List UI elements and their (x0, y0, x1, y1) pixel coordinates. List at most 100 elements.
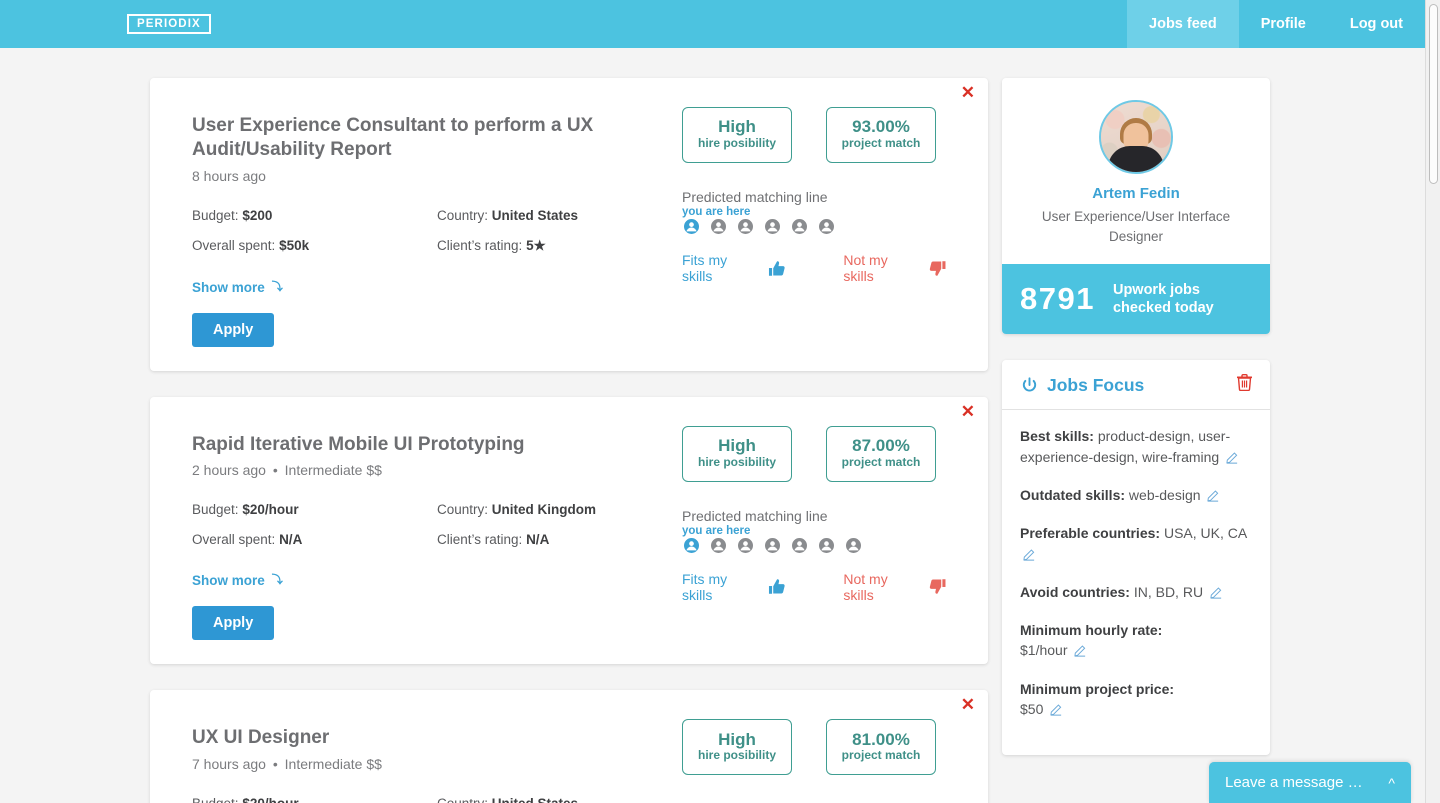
focus-value: web-design (1128, 486, 1201, 503)
fact-overall-spent: Overall spent: N/A (192, 532, 437, 547)
project-match-label: project match (841, 748, 921, 763)
job-title[interactable]: UX UI Designer (192, 726, 682, 750)
hire-possibility-badge: High hire posibility (682, 425, 792, 482)
focus-row-minimum-project-price: Minimum project price: $50 (1020, 679, 1252, 722)
hire-possibility-value: High (718, 435, 756, 455)
close-icon[interactable]: ✕ (961, 696, 975, 713)
overall-spent-value: N/A (279, 532, 303, 548)
jobs-checked-stat: 8791 Upwork jobs checked today (1002, 264, 1270, 335)
fact-country: Country: United Kingdom (437, 502, 682, 517)
clients-rating-value: N/A (526, 532, 550, 548)
not-my-skills-button[interactable]: Not my skills (843, 571, 946, 603)
profile-name[interactable]: Artem Fedin (1020, 185, 1252, 202)
trash-icon[interactable] (1236, 374, 1253, 396)
hire-possibility-label: hire posibility (697, 454, 776, 469)
budget-label: Budget: (192, 502, 239, 518)
overall-spent-label: Overall spent: (192, 532, 276, 548)
person-icon (819, 219, 834, 234)
job-title[interactable]: User Experience Consultant to perform a … (192, 114, 682, 162)
app-root: PERIODIX Jobs feed Profile Log out ✕ Use… (0, 0, 1440, 803)
close-icon[interactable]: ✕ (961, 403, 975, 420)
fits-my-skills-label: Fits my skills (682, 570, 728, 603)
project-match-value: 87.00% (852, 435, 910, 455)
person-icon (792, 219, 807, 234)
hire-possibility-badge: High hire posibility (682, 107, 792, 163)
page-scrollbar[interactable] (1425, 0, 1440, 803)
chat-widget[interactable]: Leave a message … ^ (1209, 762, 1411, 803)
chevron-down-icon: ⤵ (271, 280, 283, 293)
power-icon[interactable] (1020, 376, 1039, 395)
project-match-badge: 81.00% project match (826, 719, 936, 776)
country-label: Country: (437, 796, 488, 803)
close-icon[interactable]: ✕ (961, 84, 975, 101)
job-scores: High hire posibility 87.00% project matc… (682, 423, 946, 641)
fits-my-skills-button[interactable]: Fits my skills (682, 252, 785, 284)
score-badges: High hire posibility 81.00% project matc… (682, 719, 946, 776)
nav-item-jobs-feed[interactable]: Jobs feed (1127, 0, 1239, 48)
person-icon (711, 537, 726, 553)
focus-label: Outdated skills: (1020, 486, 1126, 503)
fact-overall-spent: Overall spent: $50k (192, 238, 437, 253)
person-icon (711, 219, 726, 234)
you-are-here-label: you are here (682, 524, 751, 537)
job-title[interactable]: Rapid Iterative Mobile UI Prototyping (192, 433, 682, 457)
person-icon (765, 537, 780, 553)
fact-budget: Budget: $20/hour (192, 796, 437, 803)
profile-card: Artem Fedin User Experience/User Interfa… (1002, 78, 1270, 335)
edit-icon[interactable] (1050, 701, 1062, 721)
focus-value: $1/hour (1020, 642, 1068, 659)
show-more-toggle[interactable]: Show more ⤵ (192, 280, 283, 295)
fact-budget: Budget: $20/hour (192, 502, 437, 517)
edit-icon[interactable] (1207, 487, 1219, 507)
focus-value: IN, BD, RU (1133, 583, 1204, 600)
country-label: Country: (437, 502, 489, 518)
chat-widget-label: Leave a message … (1225, 774, 1363, 791)
fact-country: Country: United States (437, 208, 682, 223)
job-facts: Budget: $200 Overall spent: $50k Country… (192, 208, 682, 269)
fits-my-skills-button[interactable]: Fits my skills (682, 571, 785, 603)
show-more-label: Show more (192, 279, 265, 295)
focus-label: Avoid countries: (1020, 583, 1130, 600)
person-icon (792, 537, 807, 553)
job-facts: Budget: $20/hour Overall spent: N/A Coun… (192, 502, 682, 562)
edit-icon[interactable] (1210, 584, 1222, 604)
skill-feedback: Fits my skills Not my skills (682, 571, 946, 603)
project-match-badge: 93.00% project match (826, 107, 936, 163)
jobs-feed-list: ✕ User Experience Consultant to perform … (150, 78, 988, 803)
skill-feedback: Fits my skills Not my skills (682, 252, 946, 284)
apply-button[interactable]: Apply (192, 606, 275, 641)
clients-rating-label: Client’s rating: (437, 237, 523, 253)
project-match-badge: 87.00% project match (826, 425, 936, 482)
chevron-up-icon: ^ (1388, 774, 1395, 791)
nav-item-log-out[interactable]: Log out (1328, 0, 1425, 48)
chevron-down-icon: ⤵ (271, 574, 283, 587)
fact-clients-rating: Client’s rating: 5★ (437, 238, 682, 254)
job-meta: 8 hours ago (192, 168, 682, 184)
logo-text: PERIODIX (137, 18, 201, 30)
hire-possibility-value: High (718, 117, 756, 137)
scrollbar-thumb[interactable] (1429, 4, 1438, 184)
budget-value: $200 (242, 207, 273, 223)
nav-item-profile[interactable]: Profile (1239, 0, 1328, 48)
focus-row-preferable-countries: Preferable countries: USA, UK, CA (1020, 523, 1252, 566)
score-badges: High hire posibility 93.00% project matc… (682, 107, 946, 163)
job-details: User Experience Consultant to perform a … (192, 104, 682, 347)
edit-icon[interactable] (1226, 449, 1238, 469)
overall-spent-label: Overall spent: (192, 237, 276, 253)
meta-separator: • (272, 756, 278, 772)
show-more-toggle[interactable]: Show more ⤵ (192, 573, 283, 588)
apply-button[interactable]: Apply (192, 312, 275, 347)
fits-my-skills-label: Fits my skills (682, 252, 728, 284)
meta-separator: • (272, 462, 278, 479)
not-my-skills-button[interactable]: Not my skills (843, 252, 946, 284)
project-match-value: 81.00% (852, 729, 910, 749)
clients-rating-value: 5★ (526, 237, 546, 253)
edit-icon[interactable] (1074, 642, 1086, 662)
periodix-logo[interactable]: PERIODIX (127, 14, 211, 34)
person-icon (684, 537, 699, 553)
focus-row-minimum-hourly-rate: Minimum hourly rate: $1/hour (1020, 620, 1252, 663)
fact-country: Country: United States (437, 796, 682, 803)
hire-possibility-label: hire posibility (697, 748, 776, 763)
focus-row-best-skills: Best skills: product-design, user-experi… (1020, 426, 1252, 469)
edit-icon[interactable] (1023, 546, 1035, 566)
